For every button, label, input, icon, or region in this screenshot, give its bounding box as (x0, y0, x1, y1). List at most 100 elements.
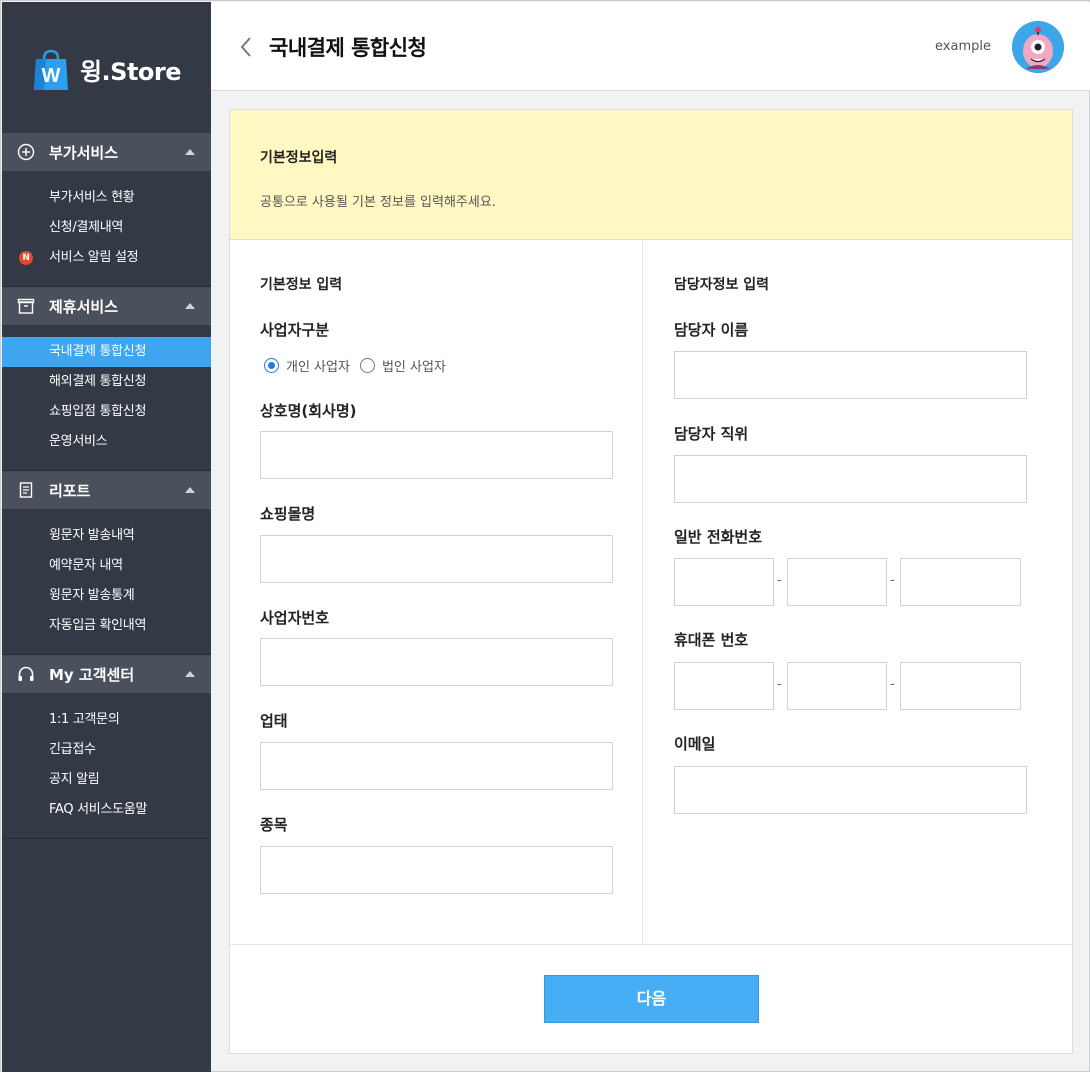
phone-separator: - (890, 573, 895, 588)
sidebar-item-label: 예약문자 내역 (49, 558, 123, 573)
radio-individual[interactable] (264, 358, 279, 373)
mobile-part3-input[interactable] (900, 662, 1021, 710)
biz-condition-input[interactable] (260, 742, 613, 790)
brand-logo[interactable]: W 윙.Store (2, 2, 211, 133)
biz-condition-label: 업태 (260, 712, 288, 730)
user-name[interactable]: example (935, 39, 991, 54)
sidebar-section-header[interactable]: 부가서비스 (2, 133, 211, 171)
sidebar-item[interactable]: 긴급접수 (2, 735, 211, 765)
phone-part1-input[interactable] (674, 558, 774, 606)
sidebar-section-items: 부가서비스 현황신청/결제내역 N 서비스 알림 설정 (2, 171, 211, 287)
report-icon (16, 480, 36, 500)
phone-part2-input[interactable] (787, 558, 887, 606)
sidebar-item-label: 신청/결제내역 (49, 220, 124, 235)
sidebar-section-title: My 고객센터 (49, 665, 135, 684)
brand-name: 윙.Store (79, 58, 182, 86)
phone-label: 일반 전화번호 (674, 528, 763, 546)
mobile-separator: - (777, 677, 782, 692)
sidebar-item-label: 윙문자 발송통계 (49, 588, 135, 603)
radio-corporate-label[interactable]: 법인 사업자 (382, 356, 446, 375)
sidebar-item-label: 긴급접수 (49, 742, 96, 757)
sidebar-section-items: 국내결제 통합신청해외결제 통합신청쇼핑입점 통합신청운영서비스 (2, 325, 211, 471)
sidebar-nav: 부가서비스부가서비스 현황신청/결제내역 N 서비스 알림 설정제휴서비스국내결제 … (2, 133, 211, 839)
sidebar-item-label: 운영서비스 (49, 434, 108, 449)
form-columns: 기본정보 입력 사업자구분 개인 사업자 법인 사업자 상호명(회사명) 쇼핑몰… (230, 240, 1072, 945)
sidebar-item[interactable]: 공지 알림 (2, 765, 211, 795)
email-label: 이메일 (674, 735, 716, 753)
sidebar-item-label: 공지 알림 (49, 772, 100, 787)
mobile-part2-input[interactable] (787, 662, 887, 710)
sidebar-item-label: 1:1 고객문의 (49, 712, 120, 727)
sidebar-item-label: 서비스 알림 설정 (49, 250, 139, 265)
biz-item-input[interactable] (260, 846, 613, 894)
company-name-input[interactable] (260, 431, 613, 479)
form-footer: 다음 (230, 944, 1072, 1053)
business-type-radio-group: 개인 사업자 법인 사업자 (264, 356, 456, 375)
sidebar-item[interactable]: 쇼핑입점 통합신청 (2, 397, 211, 427)
basic-info-column: 기본정보 입력 사업자구분 개인 사업자 법인 사업자 상호명(회사명) 쇼핑몰… (230, 240, 643, 945)
sidebar-item-label: 자동입금 확인내역 (49, 618, 147, 633)
sidebar-item[interactable]: 자동입금 확인내역 (2, 611, 211, 641)
next-button[interactable]: 다음 (544, 975, 759, 1023)
sidebar-section-title: 부가서비스 (49, 143, 119, 162)
basic-info-heading: 기본정보 입력 (260, 277, 343, 293)
collapse-caret-icon[interactable] (185, 487, 195, 493)
user-avatar[interactable] (1012, 21, 1064, 73)
sidebar-item[interactable]: 부가서비스 현황 (2, 183, 211, 213)
box-icon (16, 296, 36, 316)
phone-separator: - (777, 573, 782, 588)
back-arrow-icon[interactable] (239, 36, 253, 58)
sidebar-item-label: 해외결제 통합신청 (49, 374, 147, 389)
sidebar-item[interactable]: 예약문자 내역 (2, 551, 211, 581)
notice-title: 기본정보입력 (260, 150, 338, 166)
sidebar-item[interactable]: 운영서비스 (2, 427, 211, 457)
sidebar-item[interactable]: 윙문자 발송내역 (2, 521, 211, 551)
sidebar-item[interactable]: 1:1 고객문의 (2, 705, 211, 735)
application-form-card: 기본정보입력 공통으로 사용될 기본 정보를 입력해주세요. 기본정보 입력 사… (229, 109, 1073, 1054)
radio-individual-label[interactable]: 개인 사업자 (286, 356, 350, 375)
sidebar-item[interactable]: 해외결제 통합신청 (2, 367, 211, 397)
sidebar-section-header[interactable]: 리포트 (2, 471, 211, 509)
manager-info-heading: 담당자정보 입력 (674, 277, 770, 293)
manager-name-input[interactable] (674, 351, 1027, 399)
page-header: 국내결제 통합신청 example (211, 2, 1090, 91)
mobile-label: 휴대폰 번호 (674, 631, 749, 649)
biz-item-label: 종목 (260, 816, 288, 834)
mall-name-input[interactable] (260, 535, 613, 583)
radio-corporate[interactable] (359, 358, 375, 373)
sidebar-section-title: 제휴서비스 (49, 297, 119, 316)
collapse-caret-icon[interactable] (185, 149, 195, 155)
sidebar-section-title: 리포트 (49, 481, 91, 500)
manager-position-input[interactable] (674, 455, 1027, 503)
biz-number-input[interactable] (260, 638, 613, 686)
sidebar-item-label: FAQ 서비스도움말 (49, 802, 148, 817)
headphones-icon (16, 664, 36, 684)
sidebar-item[interactable]: 국내결제 통합신청 (2, 337, 211, 367)
sidebar-section-header[interactable]: My 고객센터 (2, 655, 211, 693)
logo-letter: W (42, 65, 61, 87)
sidebar-item-label: 윙문자 발송내역 (49, 528, 135, 543)
plus-circle-icon (16, 142, 36, 162)
sidebar-section-items: 윙문자 발송내역예약문자 내역윙문자 발송통계자동입금 확인내역 (2, 509, 211, 655)
notice-description: 공통으로 사용될 기본 정보를 입력해주세요. (260, 195, 496, 210)
sidebar-item[interactable]: 윙문자 발송통계 (2, 581, 211, 611)
sidebar-section-header[interactable]: 제휴서비스 (2, 287, 211, 325)
notice-banner: 기본정보입력 공통으로 사용될 기본 정보를 입력해주세요. (230, 110, 1072, 240)
manager-name-label: 담당자 이름 (674, 321, 749, 339)
sidebar-item[interactable]: N 서비스 알림 설정 (2, 243, 211, 273)
sidebar-item[interactable]: 신청/결제내역 (2, 213, 211, 243)
sidebar-item[interactable]: FAQ 서비스도움말 (2, 795, 211, 825)
collapse-caret-icon[interactable] (185, 671, 195, 677)
page-title: 국내결제 통합신청 (269, 36, 427, 60)
shopping-bag-icon: W (32, 49, 70, 91)
mobile-part1-input[interactable] (674, 662, 774, 710)
sidebar: W 윙.Store 부가서비스부가서비스 현황신청/결제내역 N 서비스 알림 설정… (2, 2, 211, 1072)
collapse-caret-icon[interactable] (185, 303, 195, 309)
mall-name-label: 쇼핑몰명 (260, 505, 316, 523)
mobile-separator: - (890, 677, 895, 692)
business-type-label: 사업자구분 (260, 321, 330, 339)
sidebar-item-label: 부가서비스 현황 (49, 190, 135, 205)
email-input[interactable] (674, 766, 1027, 814)
phone-part3-input[interactable] (900, 558, 1021, 606)
sidebar-item-label: 국내결제 통합신청 (49, 344, 147, 359)
